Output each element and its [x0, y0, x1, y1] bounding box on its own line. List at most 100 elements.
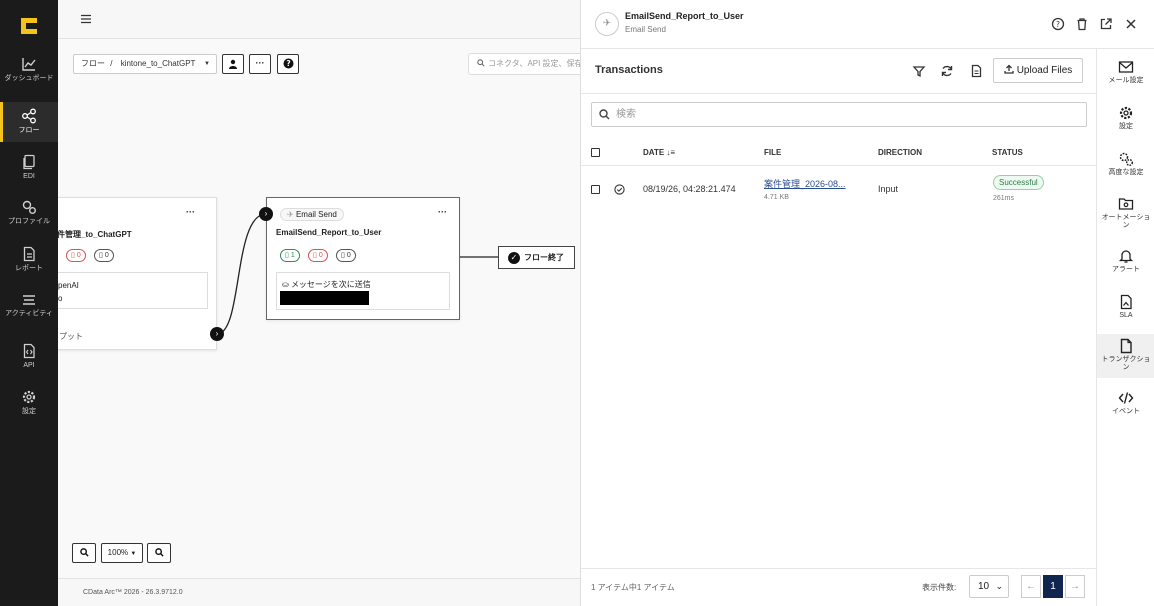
node-menu-icon[interactable]: ··· — [438, 207, 447, 217]
nav-label: レポート — [15, 265, 43, 272]
flow-node-email-send[interactable]: ✈ Email Send ··· EmailSend_Report_to_Use… — [266, 197, 460, 320]
row-checkbox[interactable] — [591, 185, 600, 194]
node-type-tag: ✈ Email Send — [280, 208, 344, 221]
trash-icon[interactable] — [1075, 17, 1089, 31]
share-nodes-icon — [22, 108, 36, 124]
input-port-icon[interactable]: › — [259, 207, 273, 221]
send-icon: ⛀ — [282, 280, 289, 289]
filter-icon[interactable] — [912, 64, 926, 78]
paper-plane-icon: ✈ — [287, 210, 294, 219]
redacted-recipient — [280, 291, 369, 305]
caret-down-icon: ▼ — [130, 551, 137, 557]
badge-count: 0 — [76, 252, 81, 259]
badge-error: ▯ 0 — [308, 249, 328, 262]
per-page-select[interactable]: 10 ⌄ — [969, 575, 1009, 598]
badge-count: 1 — [290, 252, 295, 259]
zoom-value: 100% — [107, 548, 129, 557]
nav-item-flow[interactable]: フロー — [0, 102, 58, 142]
transactions-panel: ✈ EmailSend_Report_to_User Email Send ? … — [580, 0, 1154, 606]
zoom-level-select[interactable]: 100% ▼ — [101, 543, 143, 563]
file-error-icon: ▯ — [313, 252, 317, 259]
node-info-box: penAI o — [58, 272, 208, 309]
nav-item-edi[interactable]: EDI — [0, 154, 58, 184]
rn-item-transactions[interactable]: トランザクション — [1097, 334, 1154, 378]
badge-count: 0 — [104, 252, 109, 259]
nav-item-activity[interactable]: アクティビティ — [0, 291, 58, 327]
flow-canvas[interactable]: フロー / kintone_to_ChatGPT ▼ ··· ? コネクタ、AP… — [58, 39, 580, 578]
cdata-logo-icon[interactable] — [18, 15, 40, 37]
zoom-out-button[interactable] — [72, 543, 96, 563]
nav-item-profile[interactable]: プロファイル — [0, 199, 58, 231]
panel-header: ✈ EmailSend_Report_to_User Email Send ? — [581, 0, 1154, 49]
rn-label: 設定 — [1119, 123, 1133, 130]
rn-label: メール設定 — [1108, 77, 1144, 84]
prev-page-button[interactable]: ← — [1021, 575, 1041, 598]
node-output-label: プット — [59, 332, 83, 341]
zoom-in-icon — [154, 548, 164, 557]
flow-end-node[interactable]: ✓ フロー終了 — [498, 246, 575, 269]
sla-file-icon — [1120, 294, 1132, 310]
rn-item-sla[interactable]: SLA — [1097, 294, 1154, 320]
nav-item-api[interactable]: API — [0, 343, 58, 373]
node-info-box: ⛀ メッセージを次に送信 — [276, 272, 450, 310]
rn-item-advanced-settings[interactable]: 高度な設定 — [1097, 151, 1154, 177]
node-title: 件管理_to_ChatGPT — [58, 230, 132, 239]
search-placeholder: 検索 — [616, 109, 636, 120]
node-title: EmailSend_Report_to_User — [276, 228, 382, 237]
badge-success: ▯ 1 — [280, 249, 300, 262]
rn-label: オートメーション — [1101, 214, 1151, 229]
export-file-icon[interactable] — [969, 64, 983, 78]
badge-error: ▯ 0 — [66, 249, 86, 262]
column-header-status[interactable]: STATUS — [992, 148, 1023, 157]
column-header-direction[interactable]: DIRECTION — [878, 148, 922, 157]
table-row[interactable]: 08/19/26, 04:28:21.474 案件管理_2026-08... 4… — [581, 166, 1097, 214]
panel-title: EmailSend_Report_to_User — [625, 11, 744, 21]
external-link-icon[interactable] — [1099, 17, 1113, 31]
envelope-icon — [1118, 61, 1134, 73]
chevron-down-icon: ⌄ — [995, 581, 1003, 591]
nav-label: ダッシュボード — [4, 75, 54, 82]
file-icon: ▯ — [99, 252, 103, 259]
output-port-icon[interactable]: › — [210, 327, 224, 341]
rn-item-mail-settings[interactable]: メール設定 — [1097, 59, 1154, 85]
gears-icon — [22, 200, 36, 214]
nav-item-report[interactable]: レポート — [0, 246, 58, 276]
transactions-title: Transactions — [595, 64, 663, 76]
rn-item-settings[interactable]: 設定 — [1097, 105, 1154, 131]
hamburger-menu-icon[interactable] — [80, 13, 92, 25]
column-header-file[interactable]: FILE — [764, 148, 781, 157]
column-header-date[interactable]: DATE ↓≡ — [643, 148, 675, 157]
zoom-in-button[interactable] — [147, 543, 171, 563]
next-page-button[interactable]: → — [1065, 575, 1085, 598]
row-file-link[interactable]: 案件管理_2026-08... — [764, 177, 846, 190]
nav-label: EDI — [23, 173, 35, 180]
divider — [581, 93, 1097, 94]
rn-label: SLA — [1119, 312, 1133, 319]
gear-icon — [22, 390, 36, 404]
select-all-checkbox[interactable] — [591, 148, 600, 157]
bell-icon — [1118, 250, 1134, 263]
close-icon[interactable] — [1124, 17, 1138, 31]
file-error-icon: ▯ — [71, 252, 75, 259]
rn-item-events[interactable]: イベント — [1097, 390, 1154, 416]
rn-label: トランザクション — [1101, 356, 1151, 371]
transactions-search-input[interactable]: 検索 — [591, 102, 1087, 127]
help-circle-icon[interactable]: ? — [1051, 17, 1065, 31]
rn-item-automation[interactable]: オートメーション — [1097, 196, 1154, 230]
refresh-icon[interactable] — [940, 64, 954, 78]
upload-files-button[interactable]: Upload Files — [993, 58, 1083, 83]
sort-desc-icon[interactable]: ↓≡ — [666, 148, 675, 157]
file-icon — [1120, 338, 1132, 354]
paper-plane-icon: ✈ — [595, 12, 619, 36]
node-type-label: Email Send — [295, 210, 337, 219]
node-menu-icon[interactable]: ··· — [186, 207, 195, 217]
pagination: 1 アイテム中1 アイテム 表示件数: 10 ⌄ ← 1 → — [581, 568, 1097, 606]
gear-icon — [1119, 106, 1133, 120]
file-icon: ▯ — [341, 252, 345, 259]
flow-node-chatgpt[interactable]: ··· 件管理_to_ChatGPT ▯ 0 ▯ 0 penAI o プット — [58, 197, 217, 350]
row-direction: Input — [878, 184, 899, 194]
nav-item-settings[interactable]: 設定 — [0, 389, 58, 419]
rn-item-alerts[interactable]: アラート — [1097, 248, 1154, 274]
page-button-current[interactable]: 1 — [1043, 575, 1063, 598]
nav-item-dashboard[interactable]: ダッシュボード — [0, 56, 58, 92]
